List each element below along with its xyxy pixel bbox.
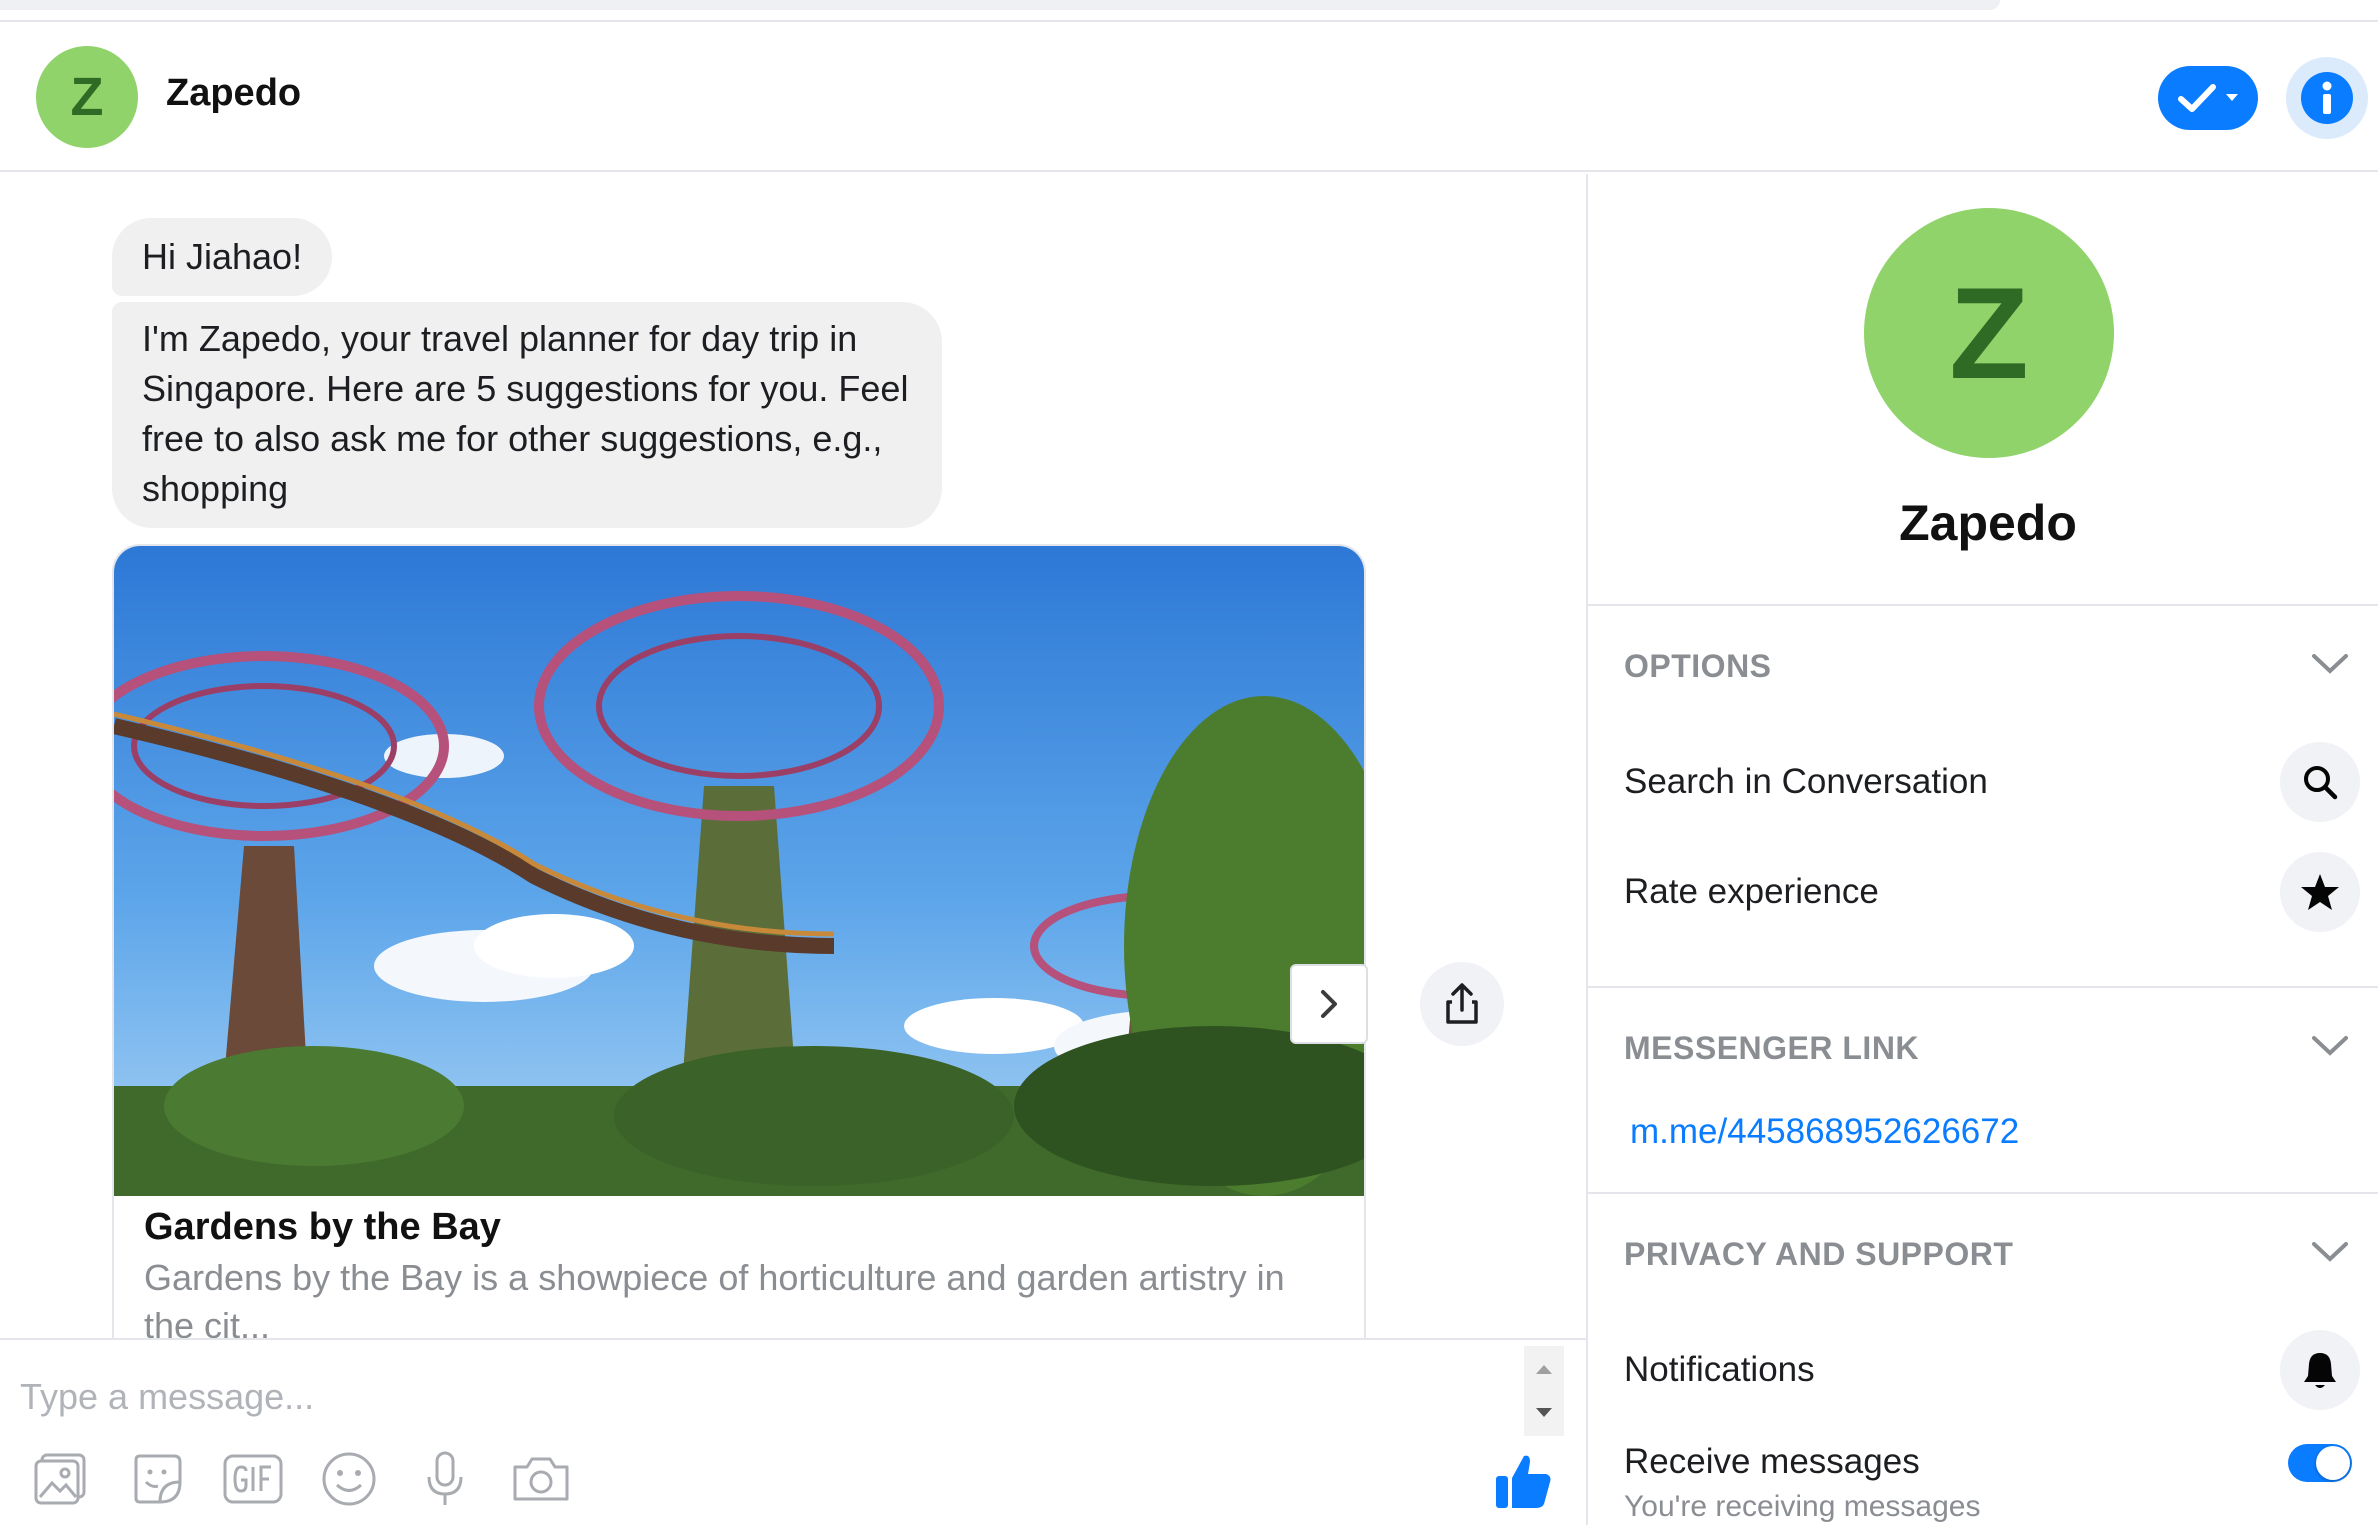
info-button[interactable] <box>2286 57 2368 139</box>
card-description: Gardens by the Bay is a showpiece of hor… <box>144 1257 1285 1338</box>
gif-icon <box>223 1454 283 1504</box>
like-button[interactable] <box>1490 1448 1556 1514</box>
mark-done-button[interactable] <box>2158 66 2258 130</box>
chevron-down-icon[interactable] <box>2310 1232 2350 1272</box>
microphone-icon <box>427 1451 463 1505</box>
thumbs-up-icon <box>1496 1455 1551 1508</box>
caret-down-icon <box>2226 94 2238 101</box>
message-input[interactable] <box>20 1362 1500 1432</box>
composer-toolbar <box>30 1448 572 1510</box>
suggestion-card[interactable]: Gardens by the Bay Gardens by the Bay is… <box>112 544 1366 1338</box>
messenger-link[interactable]: m.me/445868952626672 <box>1630 1112 2019 1152</box>
share-icon <box>1446 983 1478 1024</box>
browser-address-bar-edge <box>0 0 2000 10</box>
profile-avatar[interactable]: Z <box>1864 208 2114 458</box>
notifications-label[interactable]: Notifications <box>1624 1350 1815 1390</box>
gif-button[interactable] <box>222 1448 284 1510</box>
message-bubble[interactable]: Hi Jiahao! <box>112 218 333 296</box>
search-in-conversation-button[interactable] <box>2280 742 2360 822</box>
camera-icon <box>513 1457 569 1501</box>
receive-messages-status: You're receiving messages <box>1624 1490 1981 1523</box>
scroll-down-icon[interactable] <box>1524 1392 1564 1432</box>
star-icon <box>2301 874 2339 910</box>
carousel-next-button[interactable] <box>1290 964 1368 1044</box>
search-icon <box>2304 766 2338 800</box>
message-thread[interactable]: Hi Jiahao! I'm Zapedo, your travel plann… <box>0 174 1586 1338</box>
camera-button[interactable] <box>510 1448 572 1510</box>
scroll-up-icon[interactable] <box>1524 1350 1564 1390</box>
chevron-down-icon[interactable] <box>2310 644 2350 684</box>
rate-experience-label[interactable]: Rate experience <box>1624 872 1879 912</box>
emoji-icon <box>322 1452 376 1506</box>
voice-clip-button[interactable] <box>414 1448 476 1510</box>
profile-name: Zapedo <box>1899 495 2077 551</box>
rate-experience-button[interactable] <box>2280 852 2360 932</box>
notifications-button[interactable] <box>2280 1330 2360 1410</box>
message-composer <box>0 1338 1586 1525</box>
options-section-title[interactable]: OPTIONS <box>1624 648 1772 685</box>
info-icon <box>2301 72 2353 124</box>
section-divider <box>1588 986 2378 988</box>
emoji-button[interactable] <box>318 1448 380 1510</box>
chevron-right-icon <box>1321 990 1337 1018</box>
photo-button[interactable] <box>30 1448 92 1510</box>
message-bubble[interactable]: I'm Zapedo, your travel planner for day … <box>112 302 942 528</box>
receive-messages-label: Receive messages <box>1624 1442 1920 1481</box>
card-title[interactable]: Gardens by the Bay <box>144 1206 501 1249</box>
messenger-link-section-title[interactable]: MESSENGER LINK <box>1624 1030 1919 1067</box>
receive-messages-toggle[interactable] <box>2288 1444 2352 1482</box>
bell-icon <box>2304 1353 2336 1388</box>
conversation-info-panel: Z Zapedo OPTIONS Search in Conversation … <box>1588 174 2378 1525</box>
conversation-header: Z Zapedo <box>0 22 2378 172</box>
photo-icon <box>34 1453 86 1505</box>
page-title[interactable]: Zapedo <box>166 72 301 115</box>
gardens-by-the-bay-image[interactable] <box>114 546 1366 1196</box>
search-in-conversation-label[interactable]: Search in Conversation <box>1624 762 1988 802</box>
section-divider <box>1588 1192 2378 1194</box>
privacy-section-title[interactable]: PRIVACY AND SUPPORT <box>1624 1236 2013 1273</box>
avatar[interactable]: Z <box>36 46 138 148</box>
sticker-button[interactable] <box>126 1448 188 1510</box>
section-divider <box>1588 604 2378 606</box>
input-scrollbar[interactable] <box>1524 1346 1564 1436</box>
checkmark-icon <box>2178 84 2216 112</box>
sticker-icon <box>134 1454 182 1504</box>
chevron-down-icon[interactable] <box>2310 1026 2350 1066</box>
share-button[interactable] <box>1420 962 1504 1046</box>
toggle-knob <box>2316 1446 2350 1480</box>
browser-top-strip <box>0 0 2378 22</box>
